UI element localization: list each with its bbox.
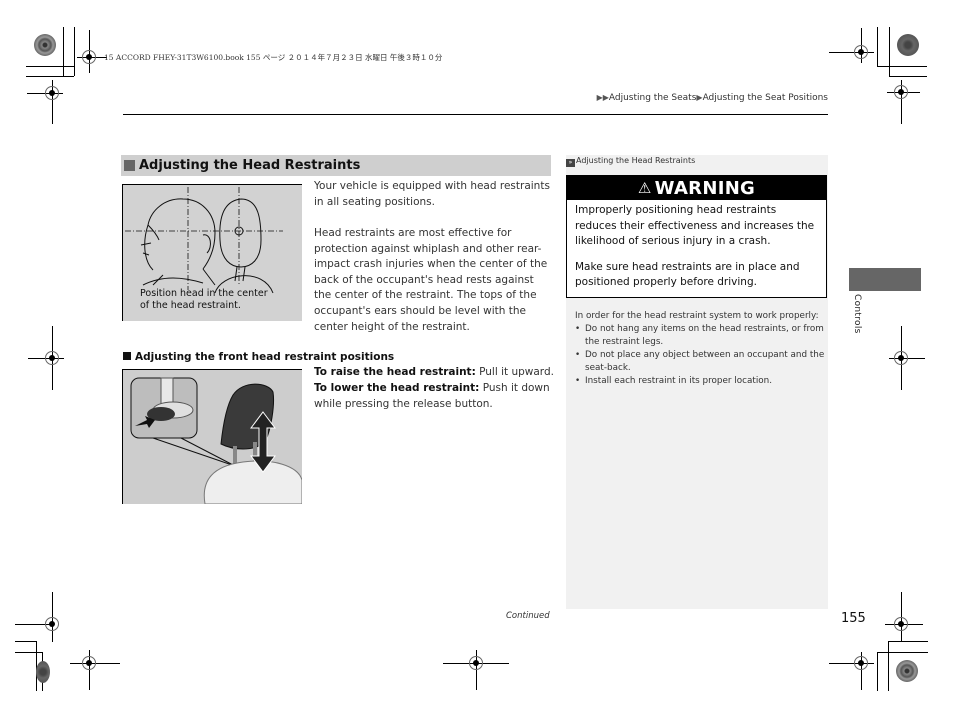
registration-mark-icon bbox=[469, 656, 483, 670]
figure-caption: Position head in the center of the head … bbox=[140, 288, 268, 312]
registration-mark-icon bbox=[45, 86, 59, 100]
notes-block: In order for the head restraint system t… bbox=[575, 310, 825, 388]
head-restraint-adjust-illustration bbox=[122, 369, 302, 504]
breadcrumb-link-adjusting-seats[interactable]: Adjusting the Seats bbox=[609, 93, 697, 103]
list-item: Do not hang any items on the head restra… bbox=[575, 323, 825, 349]
effectiveness-paragraph: Head restraints are most effective for p… bbox=[314, 227, 548, 333]
reference-title: Adjusting the Head Restraints bbox=[576, 156, 696, 165]
raise-text: Pull it upward. bbox=[475, 366, 554, 378]
subsection-square-icon bbox=[123, 352, 131, 360]
lower-label: To lower the head restraint: bbox=[314, 382, 480, 394]
color-rosette-icon bbox=[34, 34, 56, 56]
section-square-icon bbox=[124, 160, 135, 171]
list-item: Install each restraint in its proper loc… bbox=[575, 375, 825, 388]
notes-intro: In order for the head restraint system t… bbox=[575, 311, 819, 321]
registration-mark-icon bbox=[854, 656, 868, 670]
breadcrumb: ▶▶Adjusting the Seats▶Adjusting the Seat… bbox=[597, 93, 828, 103]
raise-label: To raise the head restraint: bbox=[314, 366, 476, 378]
caption-line: of the head restraint. bbox=[140, 300, 241, 311]
registration-mark-icon bbox=[45, 351, 59, 365]
registration-mark-icon bbox=[894, 617, 908, 631]
print-job-info: 15 ACCORD FHEY-31T3W6100.book 155 ページ ２０… bbox=[104, 53, 443, 62]
warning-header: ⚠ WARNING bbox=[567, 176, 826, 200]
registration-mark-icon bbox=[894, 85, 908, 99]
chapter-tab[interactable] bbox=[849, 268, 921, 291]
chapter-tab-label[interactable]: Controls bbox=[852, 294, 862, 334]
raise-instruction: To raise the head restraint: Pull it upw… bbox=[314, 365, 554, 381]
warning-paragraph: Make sure head restraints are in place a… bbox=[575, 260, 800, 289]
registration-mark-icon bbox=[82, 50, 96, 64]
subsection-title: Adjusting the front head restraint posit… bbox=[135, 351, 395, 363]
section-title: Adjusting the Head Restraints bbox=[139, 158, 361, 173]
registration-mark-icon bbox=[854, 45, 868, 59]
warning-triangle-icon: ⚠ bbox=[637, 179, 652, 197]
notes-list: Do not hang any items on the head restra… bbox=[575, 323, 825, 388]
reference-arrow-icon: » bbox=[566, 159, 575, 167]
section-heading: Adjusting the Head Restraints bbox=[121, 155, 551, 176]
intro-paragraph: Your vehicle is equipped with head restr… bbox=[314, 180, 550, 208]
registration-mark-icon bbox=[82, 656, 96, 670]
breadcrumb-link-seat-positions[interactable]: Adjusting the Seat Positions bbox=[703, 93, 828, 103]
continued-label: Continued bbox=[506, 611, 550, 621]
sidebar-reference[interactable]: » Adjusting the Head Restraints bbox=[566, 156, 695, 167]
caption-line: Position head in the center bbox=[140, 288, 268, 299]
color-rosette-icon bbox=[36, 661, 50, 683]
warning-title: WARNING bbox=[654, 177, 756, 199]
warning-box: ⚠ WARNING Improperly positioning head res… bbox=[566, 175, 827, 298]
header-divider bbox=[123, 114, 828, 115]
list-item: Do not place any object between an occup… bbox=[575, 349, 825, 375]
head-position-illustration: Position head in the center of the head … bbox=[122, 184, 302, 321]
color-rosette-icon bbox=[897, 34, 919, 56]
breadcrumb-arrows-icon: ▶▶ bbox=[596, 93, 609, 102]
warning-paragraph: Improperly positioning head restraints r… bbox=[575, 204, 815, 247]
seat-and-release-button-drawing bbox=[130, 377, 302, 504]
subsection-heading: Adjusting the front head restraint posit… bbox=[123, 351, 394, 363]
page-number: 155 bbox=[841, 611, 866, 626]
registration-mark-icon bbox=[45, 617, 59, 631]
lower-instruction: To lower the head restraint: Push it dow… bbox=[314, 381, 554, 412]
color-rosette-icon bbox=[896, 660, 918, 682]
registration-mark-icon bbox=[894, 351, 908, 365]
